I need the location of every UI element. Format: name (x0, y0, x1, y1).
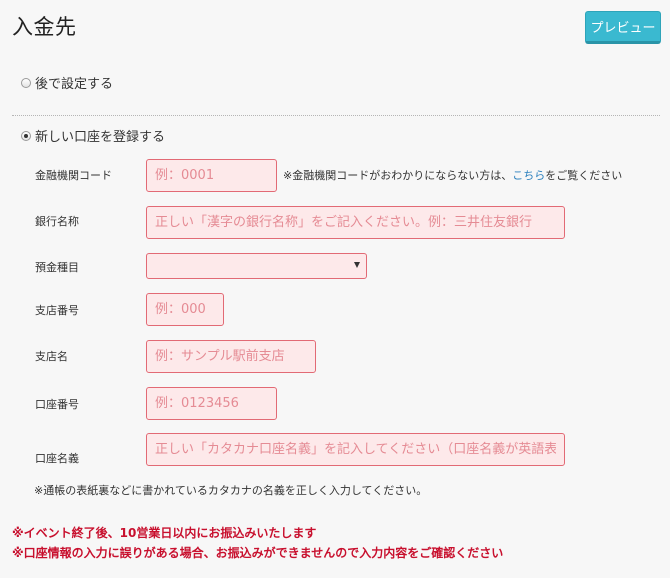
bank-code-label: 金融機関コード (35, 169, 112, 182)
bank-code-lookup-link[interactable]: こちら (512, 169, 545, 182)
option-new-account-label: 新しい口座を登録する (35, 130, 166, 145)
account-number-label: 口座番号 (35, 398, 79, 411)
page-title: 入金先 (12, 15, 77, 39)
account-holder-input[interactable] (146, 433, 565, 466)
branch-name-input[interactable] (146, 340, 316, 373)
option-new-account[interactable]: 新しい口座を登録する (21, 126, 165, 145)
bank-name-label: 銀行名称 (35, 215, 79, 228)
branch-number-input[interactable] (146, 293, 224, 326)
deposit-type-label: 預金種目 (35, 261, 79, 274)
account-holder-label: 口座名義 (35, 452, 79, 465)
radio-new-account[interactable] (21, 130, 31, 141)
warning-input-accuracy: ※口座情報の入力に誤りがある場合、お振込みができませんので入力内容をご確認くださ… (12, 546, 504, 560)
warning-transfer-timing: ※イベント終了後、10営業日以内にお振込みいたします (12, 526, 317, 540)
radio-later[interactable] (21, 77, 31, 88)
deposit-type-select[interactable] (146, 253, 367, 279)
option-set-later-label: 後で設定する (35, 77, 114, 92)
bank-code-note-suffix: をご覧ください (545, 169, 623, 182)
account-number-input[interactable] (146, 387, 277, 420)
branch-name-label: 支店名 (35, 350, 68, 363)
bank-code-input[interactable] (146, 159, 277, 192)
chevron-down-icon (354, 262, 360, 268)
bank-code-note: ※金融機関コードがおわかりにならない方は、こちらをご覧ください (283, 167, 622, 183)
bank-name-input[interactable] (146, 206, 565, 239)
preview-button[interactable]: プレビュー (585, 11, 661, 44)
branch-number-label: 支店番号 (35, 304, 79, 317)
section-divider (12, 115, 660, 116)
bank-code-note-prefix: ※金融機関コードがおわかりにならない方は、 (283, 169, 513, 182)
option-set-later[interactable]: 後で設定する (21, 73, 113, 92)
account-holder-note: ※通帳の表紙裏などに書かれているカタカナの名義を正しく入力してください。 (34, 484, 428, 497)
